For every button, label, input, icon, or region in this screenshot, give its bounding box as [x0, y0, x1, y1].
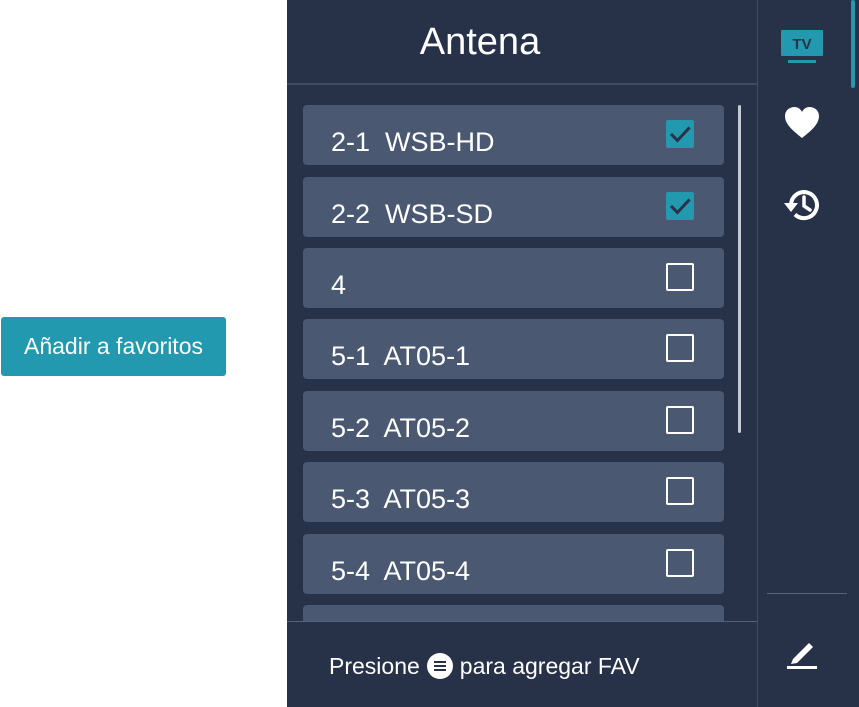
channel-label: 5-1 AT05-1	[331, 341, 471, 371]
tv-icon: TV	[781, 30, 823, 63]
channel-row[interactable]	[303, 605, 724, 621]
channel-row[interactable]: 5-1 AT05-1	[303, 319, 724, 379]
channel-label: 5-2 AT05-2	[331, 413, 471, 443]
channel-label: 5-3 AT05-3	[331, 484, 471, 514]
channel-list-panel: Antena 2-1 WSB-HD 2-2 WSB-SD 4 5-1 AT05-…	[287, 0, 757, 707]
footer-hint-text: para agregar FAV	[459, 652, 640, 679]
footer-hint-text: Presione	[329, 652, 420, 679]
sidebar-scroll-indicator	[851, 0, 855, 88]
list-scrollbar[interactable]	[738, 105, 741, 433]
heart-icon	[785, 107, 819, 138]
channel-checkbox[interactable]	[666, 334, 694, 362]
channel-checkbox[interactable]	[666, 477, 694, 505]
edit-icon	[787, 643, 817, 669]
channel-label: 5-4 AT05-4	[331, 556, 471, 586]
checkmark-icon	[669, 198, 691, 215]
channel-label: 4	[331, 270, 347, 300]
channel-row[interactable]: 4	[303, 248, 724, 308]
channel-checkbox[interactable]	[666, 120, 694, 148]
footer-hint: Presione para agregar FAV	[329, 651, 640, 681]
channel-row[interactable]: 2-2 WSB-SD	[303, 177, 724, 237]
channel-checkbox[interactable]	[666, 263, 694, 291]
history-icon	[784, 190, 819, 221]
sidebar-item-tv[interactable]: TV	[780, 24, 824, 68]
checkmark-icon	[669, 126, 691, 143]
panel-title: Antena	[419, 20, 541, 63]
sidebar-item-edit[interactable]	[780, 630, 824, 674]
channel-checkbox[interactable]	[666, 549, 694, 577]
add-to-favorites-button[interactable]: Añadir a favoritos	[1, 317, 226, 376]
channel-label: 2-1 WSB-HD	[331, 127, 495, 157]
sidebar-item-history[interactable]	[780, 183, 824, 227]
channel-checkbox[interactable]	[666, 192, 694, 220]
channel-row[interactable]: 5-3 AT05-3	[303, 462, 724, 522]
channel-row[interactable]: 2-1 WSB-HD	[303, 105, 724, 165]
channel-row[interactable]: 5-2 AT05-2	[303, 391, 724, 451]
title-divider	[287, 83, 757, 85]
channel-list: 2-1 WSB-HD 2-2 WSB-SD 4 5-1 AT05-1 5-2 A…	[303, 105, 724, 621]
channel-row[interactable]: 5-4 AT05-4	[303, 534, 724, 594]
footer-bar: Presione para agregar FAV	[287, 621, 757, 707]
sidebar: TV	[757, 0, 859, 707]
tv-badge-text: TV	[792, 36, 811, 53]
channel-label: 2-2 WSB-SD	[331, 199, 494, 229]
channel-checkbox[interactable]	[666, 406, 694, 434]
menu-icon	[426, 653, 453, 679]
sidebar-item-favorites[interactable]	[780, 101, 824, 145]
sidebar-divider	[767, 593, 847, 594]
